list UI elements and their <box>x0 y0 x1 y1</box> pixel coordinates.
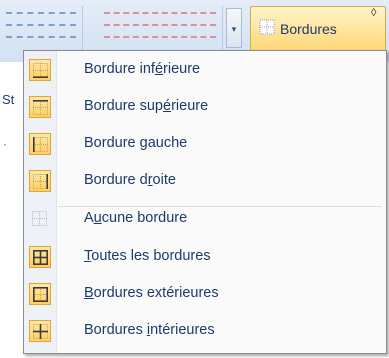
menu-item-label: Toutes les bordures <box>84 248 211 264</box>
menu-item-left-border[interactable]: Bordure gauche <box>24 128 386 160</box>
dash-row <box>6 12 76 14</box>
top-border-icon <box>29 96 51 118</box>
table-style-swatch-blue[interactable] <box>0 6 83 50</box>
dash-row <box>6 36 76 38</box>
bordures-dropdown-menu: Bordure inférieure Bordure supérieure Bord… <box>23 50 387 354</box>
left-border-icon <box>29 133 51 155</box>
menu-item-label: Bordures extérieures <box>84 285 219 301</box>
chevron-down-icon[interactable]: ◊ <box>371 7 383 19</box>
menu-item-no-border[interactable]: Aucune bordure <box>24 203 386 235</box>
menu-item-all-borders[interactable]: Toutes les bordures <box>24 241 386 273</box>
bullet-dot: · <box>3 137 7 151</box>
all-borders-icon <box>29 246 51 268</box>
menu-item-label: Bordure supérieure <box>84 98 209 114</box>
bordures-label: Bordures <box>280 21 337 37</box>
menu-item-bottom-border[interactable]: Bordure inférieure <box>24 54 386 86</box>
menu-item-inside-borders[interactable]: Bordures intérieures <box>24 315 386 347</box>
dash-row <box>6 24 76 26</box>
right-border-icon <box>29 170 51 192</box>
gallery-more-button[interactable]: ▾ <box>226 8 242 48</box>
menu-item-outside-borders[interactable]: Bordures extérieures <box>24 278 386 310</box>
table-style-swatch-red[interactable] <box>98 6 223 50</box>
menu-item-label: Bordure gauche <box>84 135 188 151</box>
menu-item-right-border[interactable]: Bordure droite <box>24 165 386 197</box>
styles-group-label: St <box>2 92 15 107</box>
dash-row <box>104 36 216 38</box>
bottom-border-icon <box>29 59 51 81</box>
no-border-icon <box>29 208 51 230</box>
menu-item-label: Bordure inférieure <box>84 61 201 77</box>
menu-item-label: Aucune bordure <box>84 210 188 226</box>
menu-item-label: Bordures intérieures <box>84 322 215 338</box>
dash-row <box>104 24 216 26</box>
outside-borders-icon <box>29 283 51 305</box>
menu-item-top-border[interactable]: Bordure supérieure <box>24 91 386 123</box>
dash-row <box>104 12 216 14</box>
bordures-button[interactable]: Bordures ◊ <box>250 6 386 52</box>
menu-item-label: Bordure droite <box>84 172 176 188</box>
borders-icon <box>259 19 275 40</box>
inside-borders-icon <box>29 320 51 342</box>
